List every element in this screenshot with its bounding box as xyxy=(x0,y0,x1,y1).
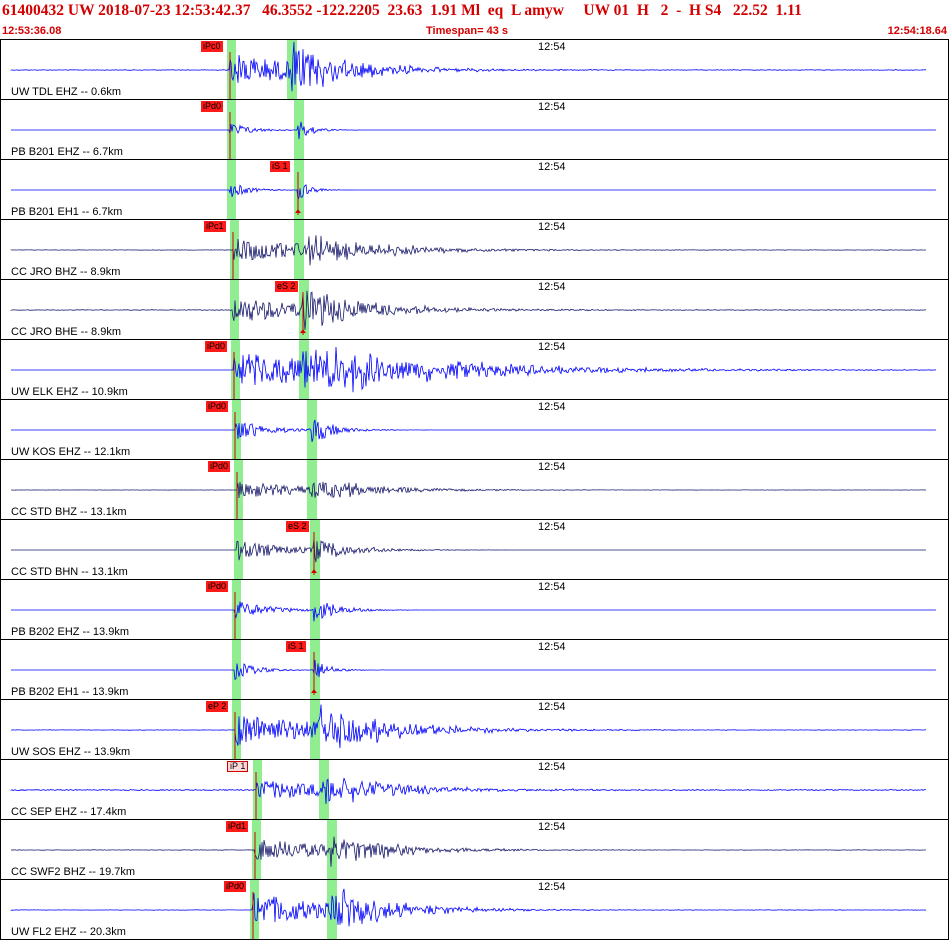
channel-panel[interactable]: 12:54 iPd1 CC SWF2 BHZ -- 19.7km xyxy=(0,819,949,880)
station-channel-label: UW TDL EHZ -- 0.6km xyxy=(11,86,122,98)
event-summary-line: 61400432 UW 2018-07-23 12:53:42.37 46.35… xyxy=(2,2,802,19)
waveform-plot xyxy=(10,760,927,819)
waveform-trace xyxy=(11,481,926,499)
station-channel-label: PB B202 EH1 -- 13.9km xyxy=(11,686,129,698)
station-channel-label: PB B201 EHZ -- 6.7km xyxy=(11,146,123,158)
channel-panel[interactable]: 12:54 eS 2 CC STD BHN -- 13.1km xyxy=(0,519,949,580)
p-pick-flag[interactable]: iP 1 xyxy=(227,761,249,772)
time-tick-label: 12:54 xyxy=(538,521,566,533)
waveform-plot xyxy=(11,160,936,219)
time-tick-label: 12:54 xyxy=(538,41,566,53)
p-pick-flag[interactable]: eP 2 xyxy=(206,701,229,712)
station-channel-label: PB B201 EH1 -- 6.7km xyxy=(11,206,123,218)
p-pick-flag[interactable]: iPd1 xyxy=(226,821,249,832)
waveform-trace xyxy=(11,346,937,393)
p-pick-flag[interactable]: iPd0 xyxy=(201,101,224,112)
waveform-trace xyxy=(11,121,936,140)
end-time: 12:54:18.64 xyxy=(887,25,947,37)
waveform-plot xyxy=(11,100,936,159)
time-tick-label: 12:54 xyxy=(538,581,566,593)
waveform-trace xyxy=(10,836,927,867)
waveform-plot xyxy=(10,220,927,279)
station-channel-label: CC SEP EHZ -- 17.4km xyxy=(11,806,127,818)
p-pick-flag[interactable]: iPc1 xyxy=(204,221,226,232)
time-tick-label: 12:54 xyxy=(538,641,566,653)
channel-panel[interactable]: 12:54 iPd0 PB B202 EHZ -- 13.9km xyxy=(0,579,949,640)
waveform-plot xyxy=(11,460,926,519)
p-pick-flag[interactable]: iPd0 xyxy=(206,581,229,592)
channel-panel[interactable]: 12:54 iPc1 CC JRO BHZ -- 8.9km xyxy=(0,219,949,280)
event-header: 61400432 UW 2018-07-23 12:53:42.37 46.35… xyxy=(0,0,949,40)
s-window-band xyxy=(294,160,304,219)
time-tick-label: 12:54 xyxy=(538,341,566,353)
channel-panel[interactable]: 12:54 iS 1 PB B201 EH1 -- 6.7km xyxy=(0,159,949,220)
channel-panel[interactable]: 12:54 eP 2 UW SOS EHZ -- 13.9km xyxy=(0,699,949,760)
channel-panel[interactable]: 12:54 eS 2 CC JRO BHE -- 8.9km xyxy=(0,279,949,340)
station-channel-label: CC STD BHN -- 13.1km xyxy=(11,566,128,578)
time-tick-label: 12:54 xyxy=(538,221,566,233)
p-pick-flag[interactable]: iPd0 xyxy=(206,401,229,412)
waveform-plot xyxy=(11,520,926,579)
waveform-trace xyxy=(11,659,936,681)
time-tick-label: 12:54 xyxy=(538,881,566,893)
station-channel-label: CC SWF2 BHZ -- 19.7km xyxy=(11,866,136,878)
waveform-trace xyxy=(10,777,927,805)
waveform-plot xyxy=(10,40,927,99)
waveform-plot xyxy=(11,400,936,459)
waveform-plot xyxy=(10,280,927,339)
start-time: 12:53:36.08 xyxy=(2,25,62,37)
station-channel-label: CC STD BHZ -- 13.1km xyxy=(11,506,127,518)
channel-panel[interactable]: 12:54 iP 1 CC SEP EHZ -- 17.4km xyxy=(0,759,949,820)
waveform-trace xyxy=(11,538,926,563)
s-window-band xyxy=(307,460,317,519)
time-tick-label: 12:54 xyxy=(538,461,566,473)
station-channel-label: UW FL2 EHZ -- 20.3km xyxy=(11,926,126,938)
channel-panel[interactable]: 12:54 iS 1 PB B202 EH1 -- 13.9km xyxy=(0,639,949,700)
time-tick-label: 12:54 xyxy=(538,161,566,173)
time-tick-label: 12:54 xyxy=(538,761,566,773)
waveform-trace xyxy=(10,41,927,92)
timespan-label: Timespan= 43 s xyxy=(426,25,509,37)
p-pick-flag[interactable]: iPc0 xyxy=(201,41,223,52)
station-channel-label: UW KOS EHZ -- 12.1km xyxy=(11,446,131,458)
channel-panel[interactable]: 12:54 iPd0 CC STD BHZ -- 13.1km xyxy=(0,459,949,520)
time-tick-label: 12:54 xyxy=(538,401,566,413)
p-pick-flag[interactable]: iPd0 xyxy=(205,341,228,352)
waveform-plot xyxy=(11,580,936,639)
time-tick-label: 12:54 xyxy=(538,101,566,113)
station-channel-label: UW ELK EHZ -- 10.9km xyxy=(11,386,128,398)
waveform-plot xyxy=(11,640,936,699)
seismogram-panels: 12:54 iPc0 UW TDL EHZ -- 0.6km 12:54 iPd0 PB … xyxy=(0,39,949,940)
waveform-trace xyxy=(10,235,927,266)
time-tick-label: 12:54 xyxy=(538,701,566,713)
station-channel-label: UW SOS EHZ -- 13.9km xyxy=(11,746,131,758)
waveform-trace xyxy=(11,601,936,622)
channel-panel[interactable]: 12:54 iPd0 PB B201 EHZ -- 6.7km xyxy=(0,99,949,160)
time-tick-label: 12:54 xyxy=(538,281,566,293)
channel-panel[interactable]: 12:54 iPd0 UW FL2 EHZ -- 20.3km xyxy=(0,879,949,940)
waveform-trace xyxy=(11,419,936,443)
station-channel-label: PB B202 EHZ -- 13.9km xyxy=(11,626,129,638)
waveform-trace xyxy=(10,704,927,749)
s-pick-flag[interactable]: eS 2 xyxy=(275,281,298,292)
channel-panel[interactable]: 12:54 iPd0 UW ELK EHZ -- 10.9km xyxy=(0,339,949,400)
channel-panel[interactable]: 12:54 iPc0 UW TDL EHZ -- 0.6km xyxy=(0,39,949,100)
waveform-trace xyxy=(10,290,927,330)
waveform-plot xyxy=(10,700,927,759)
waveform-plot xyxy=(11,340,937,399)
waveform-trace xyxy=(10,888,927,927)
waveform-trace xyxy=(11,184,936,202)
p-pick-flag[interactable]: iPd0 xyxy=(224,881,247,892)
s-pick-flag[interactable]: eS 2 xyxy=(286,521,309,532)
s-pick-flag[interactable]: iS 1 xyxy=(286,641,306,652)
waveform-plot xyxy=(10,820,927,879)
time-tick-label: 12:54 xyxy=(538,821,566,833)
station-channel-label: CC JRO BHE -- 8.9km xyxy=(11,326,122,338)
waveform-plot xyxy=(10,880,927,939)
station-channel-label: CC JRO BHZ -- 8.9km xyxy=(11,266,121,278)
channel-panel[interactable]: 12:54 iPd0 UW KOS EHZ -- 12.1km xyxy=(0,399,949,460)
s-pick-flag[interactable]: iS 1 xyxy=(270,161,290,172)
p-pick-flag[interactable]: iPd0 xyxy=(208,461,231,472)
